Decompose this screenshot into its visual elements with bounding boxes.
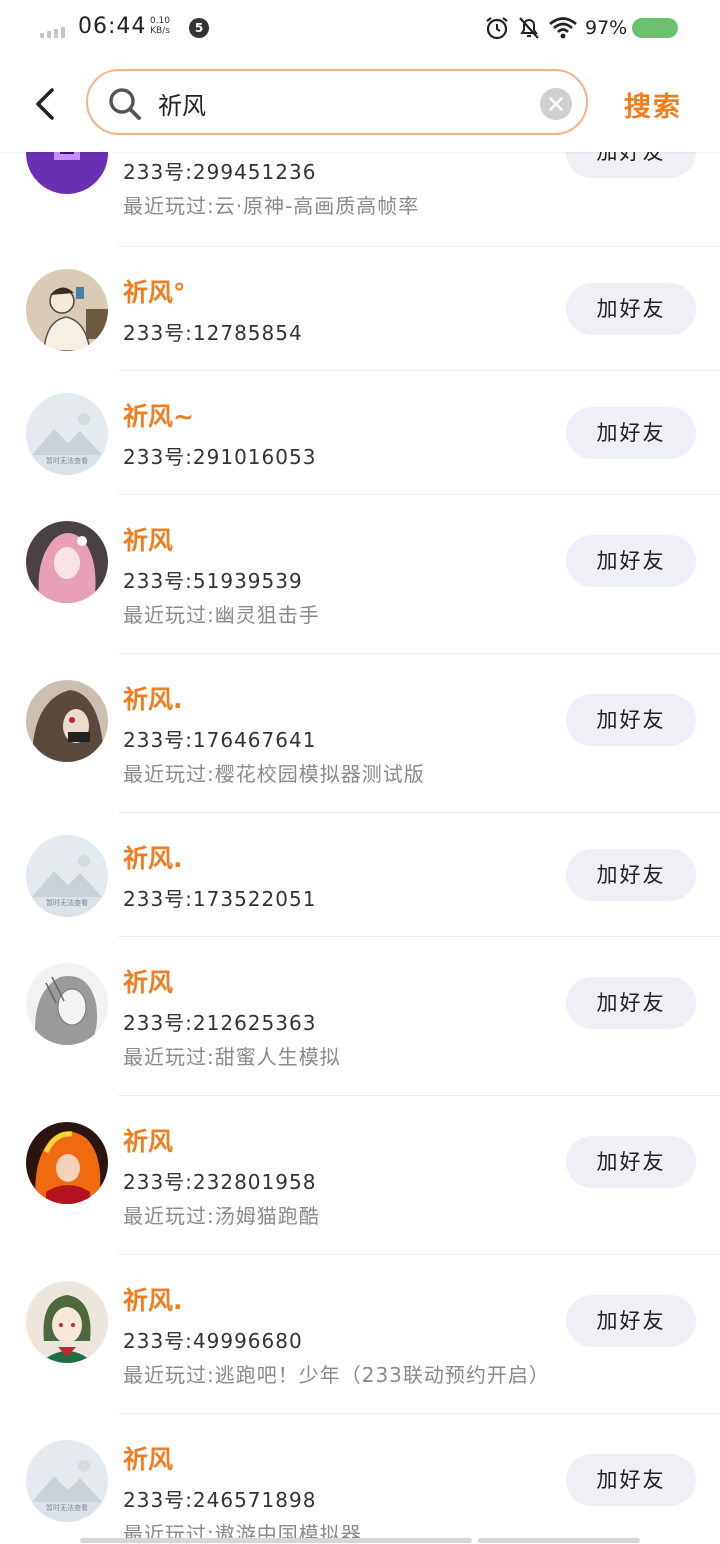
- user-id: 233号:51939539: [123, 569, 303, 593]
- add-friend-button[interactable]: 加好友: [566, 535, 696, 587]
- user-id: 233号:12785854: [123, 321, 303, 345]
- search-icon: [109, 88, 141, 120]
- recently-played: 最近玩过:汤姆猫跑酷: [123, 1204, 320, 1228]
- recently-played: 最近玩过:云·原神-高画质高帧率: [123, 194, 420, 218]
- recently-played: 最近玩过:樱花校园模拟器测试版: [123, 762, 425, 786]
- recently-played: 最近玩过:幽灵狙击手: [123, 603, 320, 627]
- scrollbar-thumb: [478, 1538, 640, 1543]
- avatar-caption: 暂时无法查看: [46, 1503, 88, 1512]
- user-name: 祈风.: [123, 1286, 183, 1315]
- user-name: 祈风.: [123, 844, 183, 873]
- add-friend-button[interactable]: 加好友: [566, 1136, 696, 1188]
- chevron-left-icon: [36, 88, 54, 120]
- scrollbar-track: [80, 1538, 472, 1543]
- result-row[interactable]: 祈风 233号:232801958 最近玩过:汤姆猫跑酷 加好友: [0, 1096, 720, 1255]
- signal-icon: [40, 24, 72, 38]
- user-name: 祈风: [123, 1445, 174, 1474]
- user-name: 祈风: [123, 968, 174, 997]
- result-row[interactable]: 祈风. 233号:176467641 最近玩过:樱花校园模拟器测试版 加好友: [0, 654, 720, 813]
- battery-percent: 97%: [585, 17, 628, 39]
- add-friend-button[interactable]: 加好友: [566, 849, 696, 901]
- avatar[interactable]: [26, 521, 108, 603]
- user-id: 233号:49996680: [123, 1329, 303, 1353]
- add-friend-button[interactable]: 加好友: [566, 694, 696, 746]
- search-button[interactable]: 搜索: [624, 85, 682, 124]
- battery-icon: [632, 18, 678, 38]
- avatar[interactable]: 暂时无法查看: [26, 1440, 108, 1522]
- result-row[interactable]: 暂时无法查看 祈风~ 233号:291016053 加好友: [0, 371, 720, 495]
- search-header: 搜索: [0, 58, 720, 152]
- avatar[interactable]: [26, 1281, 108, 1363]
- user-id: 233号:212625363: [123, 1011, 317, 1035]
- add-friend-button[interactable]: 加好友: [566, 283, 696, 335]
- network-speed: 0.10 KB/s: [147, 16, 173, 36]
- add-friend-button[interactable]: 加好友: [566, 977, 696, 1029]
- mute-bell-icon: [519, 17, 539, 39]
- alarm-icon: [486, 17, 508, 40]
- user-name: 祈风~: [123, 402, 194, 431]
- user-name: 祈风.: [123, 685, 183, 714]
- network-speed-unit: KB/s: [150, 26, 170, 36]
- result-row[interactable]: 暂时无法查看 祈风. 233号:173522051 加好友: [0, 813, 720, 937]
- recently-played: 最近玩过:逃跑吧！少年（233联动预约开启）: [123, 1363, 550, 1387]
- user-id: 233号:299451236: [123, 160, 317, 184]
- notification-count-badge: 5: [189, 18, 209, 38]
- network-speed-value: 0.10: [149, 16, 171, 26]
- avatar[interactable]: 暂时无法查看: [26, 393, 108, 475]
- user-id: 233号:173522051: [123, 887, 317, 911]
- recently-played: 最近玩过:甜蜜人生模拟: [123, 1045, 341, 1069]
- status-time: 06:44: [78, 14, 147, 39]
- result-row[interactable]: 祈风. 233号:49996680 最近玩过:逃跑吧！少年（233联动预约开启） 加好…: [0, 1255, 720, 1414]
- add-friend-button[interactable]: 加好友: [566, 407, 696, 459]
- avatar-caption: 暂时无法查看: [46, 898, 88, 907]
- user-id: 233号:232801958: [123, 1170, 317, 1194]
- result-row[interactable]: 祈风 233号:51939539 最近玩过:幽灵狙击手 加好友: [0, 495, 720, 654]
- avatar-caption: 暂时无法查看: [46, 456, 88, 465]
- user-id: 233号:291016053: [123, 445, 317, 469]
- search-field[interactable]: [86, 69, 588, 135]
- result-row[interactable]: 祈风 233号:212625363 最近玩过:甜蜜人生模拟 加好友: [0, 937, 720, 1096]
- avatar[interactable]: 暂时无法查看: [26, 835, 108, 917]
- avatar[interactable]: [26, 269, 108, 351]
- user-name: 祈风°: [123, 278, 186, 307]
- user-name: 祈风: [123, 1127, 174, 1156]
- wifi-icon: [549, 17, 577, 39]
- user-id: 233号:176467641: [123, 728, 317, 752]
- avatar[interactable]: [26, 1122, 108, 1204]
- back-button[interactable]: [28, 84, 64, 124]
- add-friend-button[interactable]: 加好友: [566, 1295, 696, 1347]
- results-list[interactable]: 233号:299451236 最近玩过:云·原神-高画质高帧率加好友 祈风° 233号…: [0, 0, 720, 1544]
- user-name: 祈风: [123, 526, 174, 555]
- add-friend-button[interactable]: 加好友: [566, 1454, 696, 1506]
- clear-search-button[interactable]: [540, 88, 572, 120]
- result-row[interactable]: 暂时无法查看 祈风 233号:246571898 最近玩过:遨游中国模拟器 加好友: [0, 1414, 720, 1544]
- avatar[interactable]: [26, 680, 108, 762]
- result-row[interactable]: 祈风° 233号:12785854 加好友: [0, 247, 720, 371]
- search-input[interactable]: [158, 83, 518, 123]
- search-results-screen: 233号:299451236 最近玩过:云·原神-高画质高帧率加好友 祈风° 233号…: [0, 0, 720, 1544]
- avatar[interactable]: [26, 963, 108, 1045]
- user-id: 233号:246571898: [123, 1488, 317, 1512]
- status-bar: 06:44 0.10 KB/s 5 97%: [0, 0, 720, 58]
